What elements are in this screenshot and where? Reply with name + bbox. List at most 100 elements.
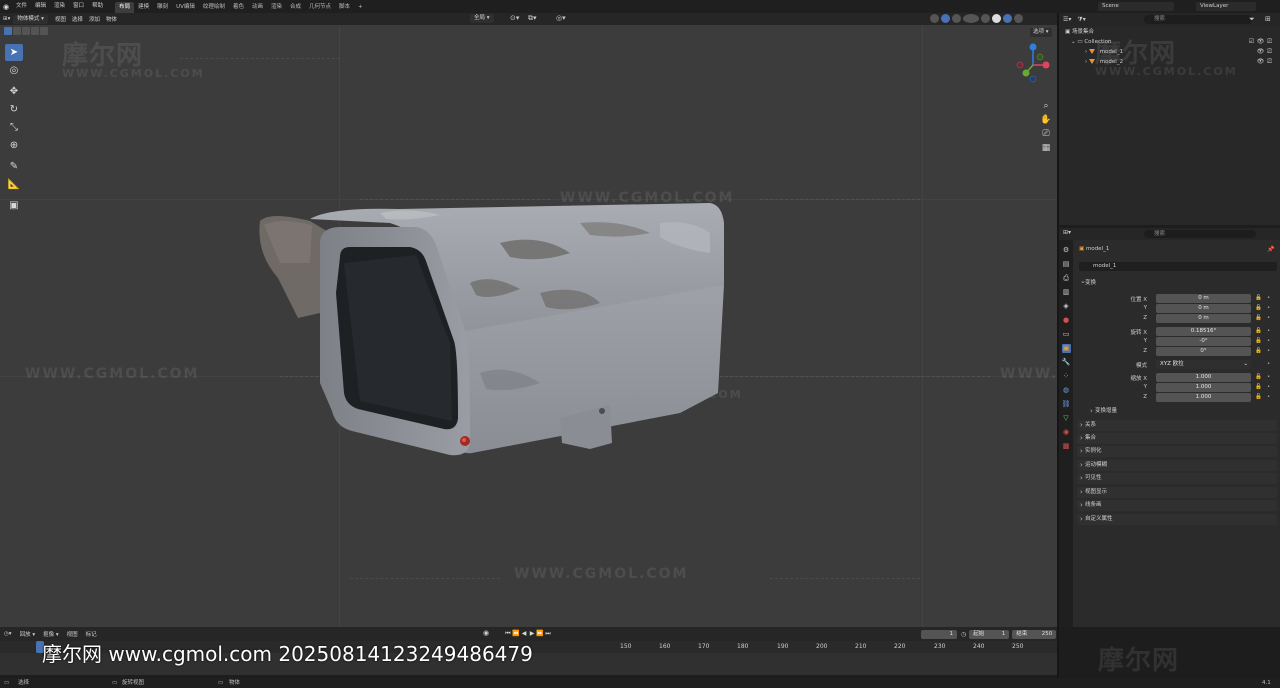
physics-tab-icon[interactable]: ◍ [1062,386,1071,395]
menu-timeline-view[interactable]: 视图 [63,630,82,638]
rotation-mode-dropdown[interactable]: XYZ 欧拉 ⌄ [1156,360,1251,369]
select-box-tool-icon[interactable]: ➤ [5,44,23,61]
menu-window[interactable]: 窗口 [69,0,88,13]
outliner-search-input[interactable]: 搜索 [1144,15,1252,24]
menu-marker[interactable]: 标记 [82,630,101,638]
object-tab-icon[interactable]: ▣ [1061,344,1071,353]
relations-panel-header[interactable]: 关系 [1077,420,1277,431]
end-frame-field[interactable]: 结束 250 [1012,629,1057,639]
particles-tab-icon[interactable]: ⁘ [1062,372,1071,381]
keyframe-dot-icon[interactable]: • [1267,315,1270,321]
scene-selector[interactable]: Scene [1098,2,1174,11]
jump-keyframe-back-icon[interactable]: ⏪ [512,629,520,638]
scale-x-field[interactable]: 1.000 [1156,373,1251,382]
move-tool-icon[interactable]: ✥ [5,83,23,100]
menu-help[interactable]: 帮助 [88,0,107,13]
rotate-tool-icon[interactable]: ↻ [5,101,23,118]
menu-file[interactable]: 文件 [12,0,31,13]
motion-blur-panel-header[interactable]: 运动模糊 [1077,460,1277,471]
new-collection-icon[interactable]: ⊞ [1265,15,1271,23]
pin-icon[interactable]: 📌 [1267,246,1274,253]
properties-search-input[interactable]: 搜索 [1144,230,1256,238]
overlay-toggle-icon[interactable] [952,14,961,23]
camera-icon[interactable]: ⎚ [1265,57,1274,67]
blender-logo-icon[interactable]: ◉ [0,0,12,13]
tab-layout[interactable]: 布局 [115,1,135,13]
3d-viewport[interactable]: ⊞▾ 物体模式 ▾ 视图 选择 添加 物体 全局 ▾ ⊙▾ ⧉▾ ◎▾ 选项 ▾… [0,13,1172,627]
jump-keyframe-forward-icon[interactable]: ⏩ [536,629,544,638]
pivot-icon[interactable]: ⊙▾ [510,14,519,22]
lock-icon[interactable]: 🔓 [1255,374,1262,380]
eye-icon[interactable]: 👁 [1256,47,1265,57]
jump-end-icon[interactable]: ⏭ [544,629,552,638]
menu-select[interactable]: 选择 [69,15,86,23]
keyframe-dot-icon[interactable]: • [1267,338,1270,344]
expand-arrow-icon[interactable]: ⌄ [1059,39,1076,45]
editor-type-icon[interactable]: ⊞▾ [0,16,13,22]
collections-panel-header[interactable]: 集合 [1077,433,1277,444]
filter-icon[interactable]: ⧩▾ [1077,16,1085,24]
scene-tab-icon[interactable]: ◈ [1062,302,1071,311]
line-art-panel-header[interactable]: 线条画 [1077,500,1277,511]
visibility-icon[interactable] [930,14,939,23]
expand-arrow-icon[interactable]: › [1059,59,1087,65]
rotation-y-field[interactable]: -0° [1156,337,1251,346]
menu-render[interactable]: 渲染 [50,0,69,13]
play-reverse-icon[interactable]: ◀ [520,629,528,638]
start-frame-field[interactable]: 起始 1 [969,629,1010,639]
constraints-tab-icon[interactable]: ⛓ [1062,400,1071,409]
scale-tool-icon[interactable]: ⤡ [5,119,23,136]
xray-icon[interactable] [963,14,979,23]
cursor-tool-icon[interactable]: ◎ [5,62,23,79]
snap-icon[interactable]: ⧉▾ [528,14,537,23]
pan-hand-icon[interactable]: ✋ [1040,113,1052,127]
select-new-icon[interactable] [4,27,12,35]
select-subtract-icon[interactable] [22,27,30,35]
timeline-editor-icon[interactable]: ◷▾ [0,631,16,637]
camera-icon[interactable]: ⎚ [1265,47,1274,57]
location-x-field[interactable]: 0 m [1156,294,1251,303]
object-name-field[interactable]: model_1 [1079,262,1277,271]
select-extend-icon[interactable] [13,27,21,35]
keyframe-dot-icon[interactable]: • [1267,305,1270,311]
render-tab-icon[interactable]: ▤ [1062,260,1071,269]
annotate-tool-icon[interactable]: ✎ [5,158,23,175]
world-tab-icon[interactable]: ● [1062,316,1071,325]
tab-uv-editing[interactable]: UV编辑 [172,2,199,13]
lock-icon[interactable]: 🔓 [1255,315,1262,321]
custom-properties-panel-header[interactable]: 自定义属性 [1077,514,1277,525]
camera-icon[interactable]: ⎚ [1265,37,1274,47]
lock-icon[interactable]: 🔓 [1255,295,1262,301]
mode-dropdown[interactable]: 物体模式 ▾ [13,14,48,24]
lock-icon[interactable]: 🔓 [1255,384,1262,390]
menu-edit[interactable]: 编辑 [31,0,50,13]
tab-sculpting[interactable]: 雕刻 [153,2,172,13]
tab-modeling[interactable]: 建模 [134,2,153,13]
expand-arrow-icon[interactable]: › [1059,49,1087,55]
lock-icon[interactable]: 🔓 [1255,305,1262,311]
camera-housing-model[interactable] [240,193,740,463]
lock-icon[interactable]: 🔓 [1255,328,1262,334]
current-frame-field[interactable]: 1 [921,629,957,639]
keyframe-dot-icon[interactable]: • [1267,374,1270,380]
keyframe-dot-icon[interactable]: • [1267,328,1270,334]
transform-orientation-dropdown[interactable]: 全局 ▾ [470,14,494,23]
tab-shading[interactable]: 着色 [229,2,248,13]
checkbox-icon[interactable]: ☑ [1247,37,1256,47]
rotation-z-field[interactable]: 0° [1156,347,1251,356]
outliner-editor-icon[interactable]: ☰▾ [1063,16,1071,23]
funnel-icon[interactable]: ⏷ [1249,15,1255,24]
eye-icon[interactable]: 👁 [1256,57,1265,67]
tab-texture-paint[interactable]: 纹理绘制 [199,2,229,13]
visibility-panel-header[interactable]: 可见性 [1077,473,1277,484]
navigation-gizmo[interactable] [1016,41,1050,85]
keyframe-dot-icon[interactable]: • [1267,384,1270,390]
output-tab-icon[interactable]: ⎙ [1062,274,1071,283]
keyframe-dot-icon[interactable]: • [1267,295,1270,301]
data-tab-icon[interactable]: ▽ [1062,414,1071,423]
perspective-grid-icon[interactable]: ▦ [1040,141,1052,155]
menu-view[interactable]: 视图 [52,15,69,23]
tab-animation[interactable]: 动画 [248,2,267,13]
select-invert-icon[interactable] [31,27,39,35]
texture-tab-icon[interactable]: ▩ [1062,442,1071,451]
